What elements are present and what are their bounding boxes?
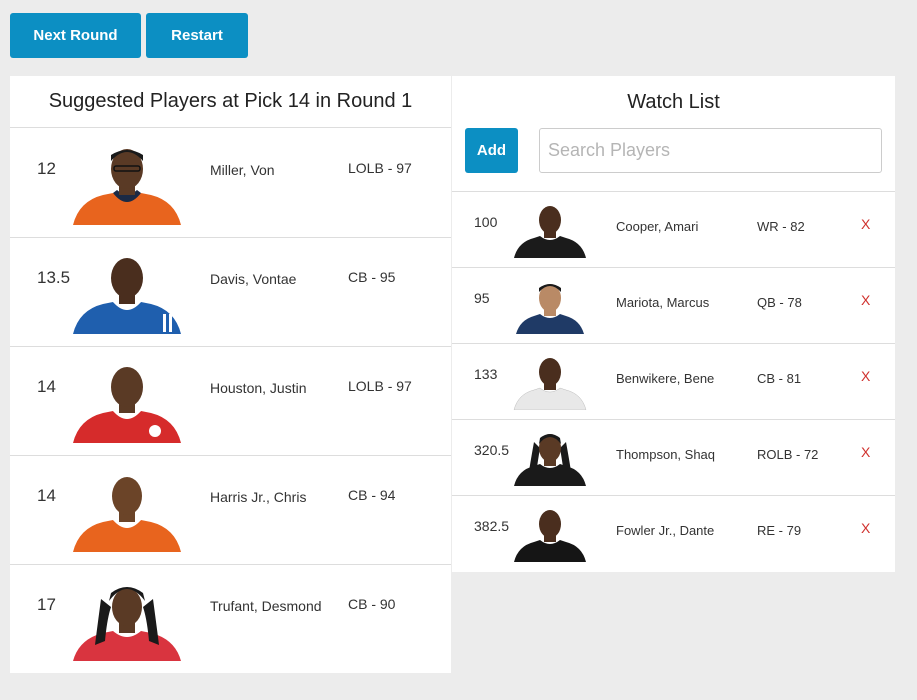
player-position: WR - 82 [757,219,805,234]
player-photo [73,258,181,334]
player-position: CB - 94 [348,487,396,503]
player-rank: 13.5 [37,268,71,287]
remove-button[interactable]: X [861,520,870,536]
suggested-player-row[interactable]: 14 Harris Jr., Chris CB - 94 [10,456,451,565]
remove-button[interactable]: X [861,292,870,308]
player-position: CB - 95 [348,269,396,285]
suggested-player-row[interactable]: 13.5 Davis, Vontae CB - 95 [10,238,451,347]
watch-player-row[interactable]: 95 Mariota, Marcus QB - 78 X [452,267,895,343]
player-rank: 95 [474,290,490,306]
player-name: Cooper, Amari [616,219,699,234]
player-name: Trufant, Desmond [210,598,322,614]
player-position: LOLB - 97 [348,378,412,394]
player-photo [514,434,586,486]
player-photo [73,477,181,552]
suggested-player-row[interactable]: 17 Trufant, Desmond CB - 90 [10,565,451,674]
player-position: RE - 79 [757,523,802,538]
player-name: Miller, Von [210,162,275,178]
player-name: Mariota, Marcus [616,295,710,310]
search-players-input[interactable] [539,128,882,173]
player-name: Fowler Jr., Dante [616,523,715,538]
player-photo [73,367,181,443]
remove-button[interactable]: X [861,216,870,232]
player-rank: 320.5 [474,442,510,458]
watch-list-panel: Watch List Add 100 Cooper, Amari WR - 82… [452,76,895,572]
player-rank: 382.5 [474,518,510,534]
remove-button[interactable]: X [861,444,870,460]
suggested-player-row[interactable]: 12 Miller, Von LOLB - 97 [10,129,451,238]
watch-player-row[interactable]: 100 Cooper, Amari WR - 82 X [452,191,895,267]
player-rank: 12 [37,159,56,178]
player-photo [73,149,181,225]
remove-button[interactable]: X [861,368,870,384]
player-position: LOLB - 97 [348,160,412,176]
player-name: Davis, Vontae [210,271,297,287]
add-button[interactable]: Add [465,128,518,173]
next-round-button[interactable]: Next Round [10,13,141,58]
player-rank: 14 [37,377,56,396]
player-rank: 133 [474,366,498,382]
suggested-players-panel: Suggested Players at Pick 14 in Round 1 … [10,76,451,673]
watch-player-row[interactable]: 133 Benwikere, Bene CB - 81 X [452,343,895,419]
player-position: CB - 81 [757,371,802,386]
player-name: Harris Jr., Chris [210,489,307,505]
player-name: Houston, Justin [210,380,307,396]
player-photo [513,358,587,410]
player-photo [514,510,586,562]
player-rank: 14 [37,486,56,505]
restart-button[interactable]: Restart [146,13,248,58]
suggested-player-row[interactable]: 14 Houston, Justin LOLB - 97 [10,347,451,456]
player-position: CB - 90 [348,596,396,612]
player-photo [516,284,584,334]
player-name: Benwikere, Bene [616,371,715,386]
player-rank: 17 [37,595,56,614]
player-photo [73,587,181,661]
suggested-players-title: Suggested Players at Pick 14 in Round 1 [10,76,451,128]
watch-player-row[interactable]: 320.5 Thompson, Shaq ROLB - 72 X [452,419,895,495]
player-photo [514,206,586,258]
player-name: Thompson, Shaq [616,447,716,462]
watch-list-title: Watch List [627,90,720,113]
player-position: QB - 78 [757,295,802,310]
player-position: ROLB - 72 [757,447,819,462]
player-rank: 100 [474,214,498,230]
watch-player-row[interactable]: 382.5 Fowler Jr., Dante RE - 79 X [452,495,895,571]
